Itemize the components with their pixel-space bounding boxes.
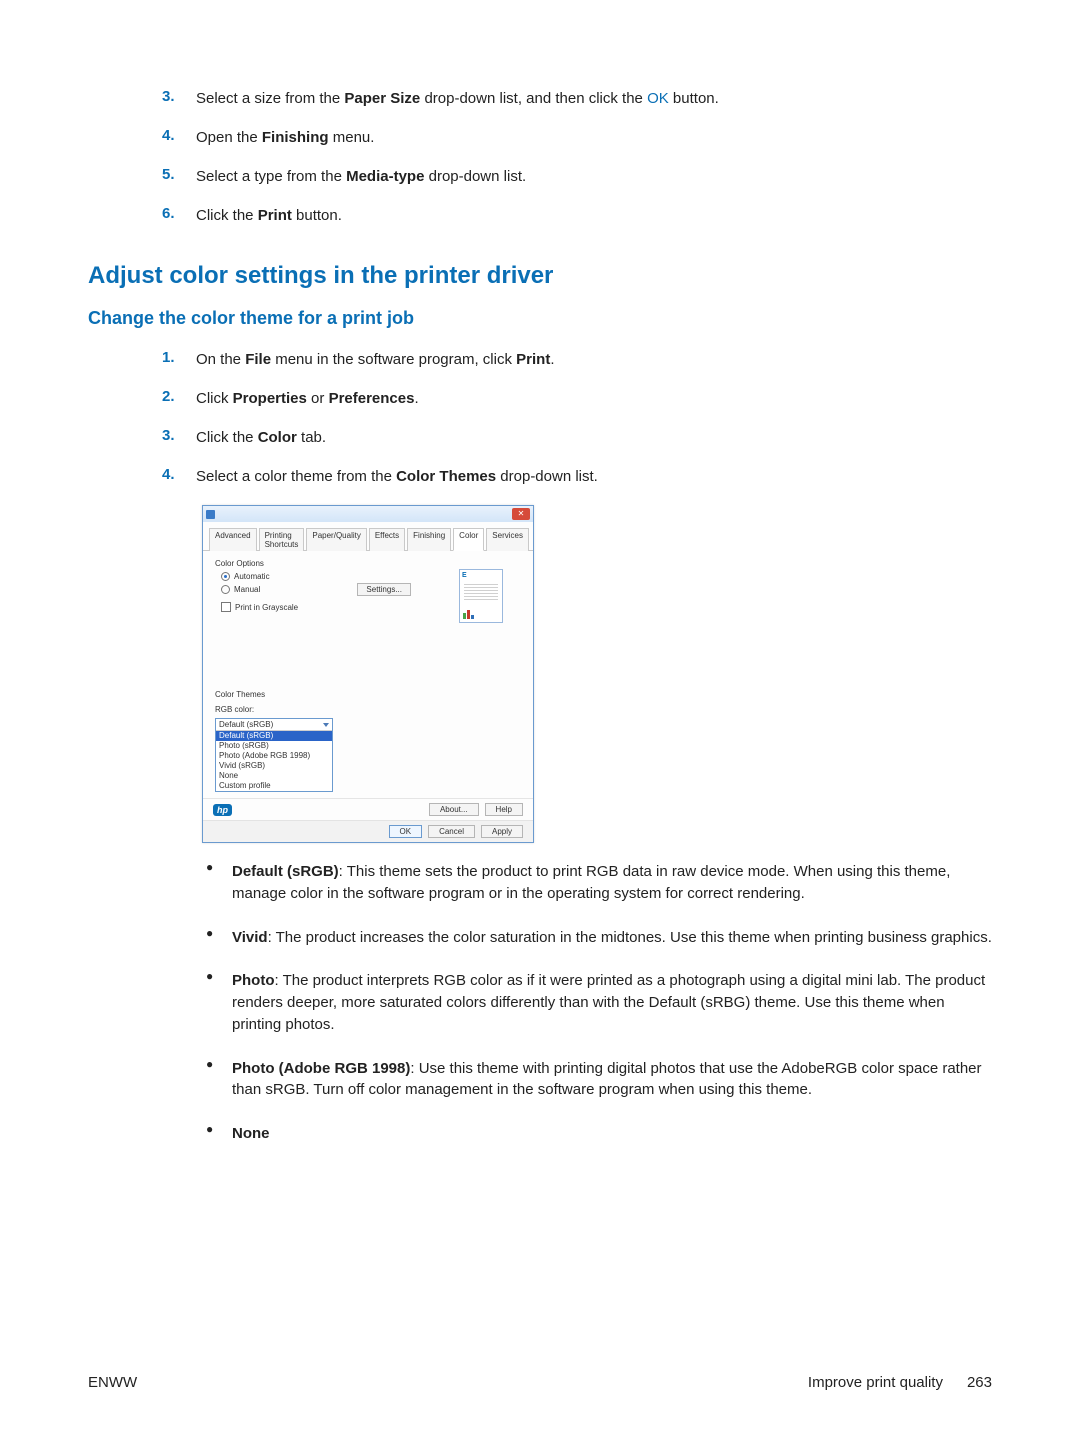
checkbox-icon <box>221 602 231 612</box>
step: 5.Select a type from the Media-type drop… <box>162 166 992 187</box>
step-number: 4. <box>162 127 196 148</box>
step-text: Select a type from the Media-type drop-d… <box>196 166 992 187</box>
close-icon[interactable]: ✕ <box>512 508 530 520</box>
theme-description: Photo: The product interprets RGB color … <box>232 970 992 1035</box>
select-option[interactable]: Default (sRGB) <box>216 731 332 741</box>
dialog-window: ✕ AdvancedPrinting ShortcutsPaper/Qualit… <box>202 505 534 843</box>
theme-item: ●None <box>206 1123 992 1145</box>
page-footer: ENWW Improve print quality 263 <box>88 1374 992 1391</box>
preview-letter: E <box>462 572 467 579</box>
tab-printing-shortcuts[interactable]: Printing Shortcuts <box>259 528 305 551</box>
printer-driver-dialog-figure: ✕ AdvancedPrinting ShortcutsPaper/Qualit… <box>202 505 992 843</box>
step: 6.Click the Print button. <box>162 205 992 226</box>
theme-description: Default (sRGB): This theme sets the prod… <box>232 861 992 905</box>
page-preview: E <box>459 569 503 623</box>
step-text: Click the Color tab. <box>196 427 992 448</box>
sub-steps: 1.On the File menu in the software progr… <box>162 349 992 487</box>
bullet-icon: ● <box>206 1123 232 1145</box>
theme-item: ●Vivid: The product increases the color … <box>206 927 992 949</box>
step-number: 2. <box>162 388 196 409</box>
subsection-heading: Change the color theme for a print job <box>88 308 992 329</box>
step-number: 3. <box>162 427 196 448</box>
footer-page-number: 263 <box>967 1374 992 1391</box>
printer-icon <box>206 510 215 519</box>
theme-item: ●Photo: The product interprets RGB color… <box>206 970 992 1035</box>
step-text: Select a size from the Paper Size drop-d… <box>196 88 992 109</box>
theme-description: Photo (Adobe RGB 1998): Use this theme w… <box>232 1058 992 1102</box>
theme-description: None <box>232 1123 992 1145</box>
radio-icon <box>221 585 230 594</box>
chevron-down-icon <box>323 723 329 727</box>
tab-effects[interactable]: Effects <box>369 528 405 551</box>
step-number: 3. <box>162 88 196 109</box>
apply-button[interactable]: Apply <box>481 825 523 838</box>
bullet-icon: ● <box>206 1058 232 1102</box>
help-button[interactable]: Help <box>485 803 523 816</box>
step-text: Open the Finishing menu. <box>196 127 992 148</box>
step-number: 4. <box>162 466 196 487</box>
select-option[interactable]: None <box>216 771 332 781</box>
top-steps: 3.Select a size from the Paper Size drop… <box>162 88 992 226</box>
inline-link[interactable]: OK <box>647 90 669 107</box>
select-option[interactable]: Vivid (sRGB) <box>216 761 332 771</box>
select-option[interactable]: Custom profile <box>216 781 332 791</box>
about-button[interactable]: About... <box>429 803 479 816</box>
step-text: Click the Print button. <box>196 205 992 226</box>
tab-advanced[interactable]: Advanced <box>209 528 257 551</box>
step: 3.Select a size from the Paper Size drop… <box>162 88 992 109</box>
step: 2.Click Properties or Preferences. <box>162 388 992 409</box>
rgb-color-label: RGB color: <box>215 705 521 714</box>
dialog-tabs: AdvancedPrinting ShortcutsPaper/QualityE… <box>203 522 533 551</box>
grayscale-label: Print in Grayscale <box>235 603 298 612</box>
step: 3.Click the Color tab. <box>162 427 992 448</box>
color-themes-select[interactable]: Default (sRGB) Default (sRGB)Photo (sRGB… <box>215 718 333 792</box>
step-number: 1. <box>162 349 196 370</box>
bullet-icon: ● <box>206 927 232 949</box>
tab-paper-quality[interactable]: Paper/Quality <box>306 528 366 551</box>
cancel-button[interactable]: Cancel <box>428 825 475 838</box>
select-options-list: Default (sRGB)Photo (sRGB)Photo (Adobe R… <box>216 730 332 791</box>
select-option[interactable]: Photo (sRGB) <box>216 741 332 751</box>
tab-services[interactable]: Services <box>486 528 529 551</box>
theme-item: ●Default (sRGB): This theme sets the pro… <box>206 861 992 905</box>
select-option[interactable]: Photo (Adobe RGB 1998) <box>216 751 332 761</box>
footer-left: ENWW <box>88 1374 137 1391</box>
radio-selected-icon <box>221 572 230 581</box>
bullet-icon: ● <box>206 861 232 905</box>
step-text: On the File menu in the software program… <box>196 349 992 370</box>
tab-color[interactable]: Color <box>453 528 484 551</box>
color-themes-description-list: ●Default (sRGB): This theme sets the pro… <box>206 861 992 1145</box>
bullet-icon: ● <box>206 970 232 1035</box>
step-number: 5. <box>162 166 196 187</box>
footer-section-name: Improve print quality <box>808 1374 943 1391</box>
bars-icon <box>463 610 474 619</box>
step-number: 6. <box>162 205 196 226</box>
title-bar: ✕ <box>203 506 533 522</box>
manual-label: Manual <box>234 585 260 594</box>
section-heading: Adjust color settings in the printer dri… <box>88 262 992 290</box>
step-text: Click Properties or Preferences. <box>196 388 992 409</box>
hp-logo: hp <box>213 804 232 816</box>
color-options-label: Color Options <box>215 559 521 568</box>
step-text: Select a color theme from the Color Them… <box>196 466 992 487</box>
automatic-label: Automatic <box>234 572 270 581</box>
select-current-value: Default (sRGB) <box>219 720 273 729</box>
theme-item: ●Photo (Adobe RGB 1998): Use this theme … <box>206 1058 992 1102</box>
step: 4.Select a color theme from the Color Th… <box>162 466 992 487</box>
theme-description: Vivid: The product increases the color s… <box>232 927 992 949</box>
step: 1.On the File menu in the software progr… <box>162 349 992 370</box>
settings-button[interactable]: Settings... <box>357 583 411 596</box>
ok-button[interactable]: OK <box>389 825 423 838</box>
tab-finishing[interactable]: Finishing <box>407 528 451 551</box>
step: 4.Open the Finishing menu. <box>162 127 992 148</box>
color-themes-label: Color Themes <box>215 690 521 699</box>
